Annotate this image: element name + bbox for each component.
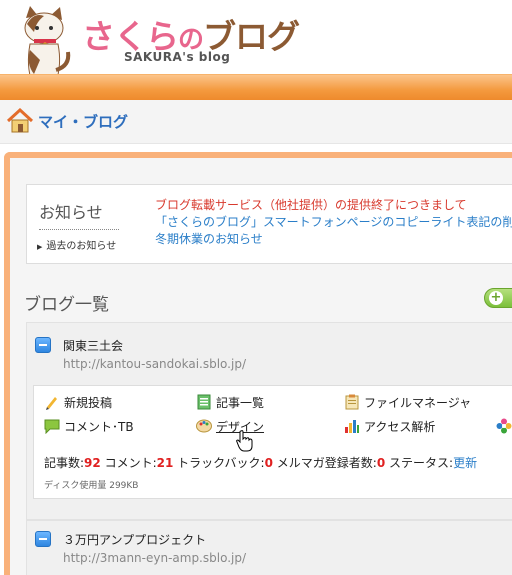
notice-item[interactable]: ブログ転載サービス（他社提供）の提供終了につきまして <box>155 197 512 214</box>
palette-icon <box>196 419 212 433</box>
blog-url[interactable]: http://3mann-eyn-amp.sblo.jp/ <box>63 551 246 565</box>
blog-url[interactable]: http://kantou-sandokai.sblo.jp/ <box>63 357 246 371</box>
notice-list: ブログ転載サービス（他社提供）の提供終了につきまして 「さくらのブログ」スマート… <box>155 197 512 248</box>
home-icon <box>6 108 34 133</box>
collapse-button[interactable] <box>35 531 51 547</box>
comment-count: 21 <box>156 456 174 470</box>
hand-cursor-icon <box>236 430 253 452</box>
add-blog-button[interactable]: + <box>484 288 512 308</box>
my-blog-header: マイ・ブログ <box>0 100 512 144</box>
menu-access-analysis[interactable]: アクセス解析 <box>344 418 435 435</box>
notice-title: お知らせ <box>39 199 119 230</box>
document-list-icon <box>197 394 211 410</box>
blog-name: 関東三土会 <box>63 339 124 353</box>
blog-name: ３万円アンププロジェクト <box>63 533 207 547</box>
menu-file-manager[interactable]: ファイルマネージャ <box>344 394 471 411</box>
mail-subscriber-count: 0 <box>376 456 386 470</box>
menu-comment-tb[interactable]: コメント･TB <box>44 418 134 435</box>
blog-menu-box: 新規投稿 記事一覧 ファイルマネージャ コメント･TB デザイン アクセス解析 … <box>33 385 512 499</box>
pencil-icon <box>46 397 57 410</box>
stat-label: トラックバック: <box>177 456 265 470</box>
collapse-button[interactable] <box>35 337 51 353</box>
article-count: 92 <box>84 456 101 470</box>
menu-label: 新規投稿 <box>64 396 113 410</box>
logo-subtitle: SAKURA's blog <box>124 50 231 64</box>
past-notices-link[interactable]: ▶ 過去のお知らせ <box>37 237 116 252</box>
clipboard-icon <box>345 394 359 410</box>
menu-label: コメント･TB <box>64 420 134 434</box>
menu-article-list[interactable]: 記事一覧 <box>196 394 264 411</box>
blog-list-title: ブログ一覧 <box>24 295 109 315</box>
menu-label: ファイルマネージャ <box>364 396 472 410</box>
disk-usage: ディスク使用量 299KB <box>44 481 139 491</box>
status-value[interactable]: 更新 <box>453 456 477 470</box>
past-notices-label: 過去のお知らせ <box>46 241 117 252</box>
blog-entry: 関東三土会 http://kantou-sandokai.sblo.jp/ 新規… <box>26 322 512 520</box>
flower-icon <box>496 418 512 434</box>
notice-item[interactable]: 「さくらのブログ」スマートフォンページのコピーライト表記の削 <box>155 214 512 231</box>
stat-label: ステータス: <box>389 456 454 470</box>
plus-icon: + <box>489 290 503 305</box>
speech-bubble-icon <box>44 419 60 434</box>
menu-label: アクセス解析 <box>364 420 436 434</box>
trackback-count: 0 <box>264 456 273 470</box>
stat-label: 記事数: <box>44 456 85 470</box>
menu-label: 記事一覧 <box>216 396 265 410</box>
arrow-right-icon: ▶ <box>37 243 43 251</box>
bar-chart-icon <box>345 420 359 433</box>
menu-extra[interactable] <box>496 418 512 434</box>
my-blog-title[interactable]: マイ・ブログ <box>38 111 128 132</box>
notice-box: お知らせ ▶ 過去のお知らせ ブログ転載サービス（他社提供）の提供終了につきまして… <box>26 184 512 264</box>
notice-item[interactable]: 冬期休業のお知らせ <box>155 231 512 248</box>
stat-label: メルマガ登録者数: <box>276 456 377 470</box>
menu-new-post[interactable]: 新規投稿 <box>44 394 112 411</box>
blog-entry: ３万円アンププロジェクト http://3mann-eyn-amp.sblo.j… <box>26 520 512 575</box>
header-orange-bar <box>0 74 512 100</box>
blog-stats: 記事数:92 コメント:21 トラックバック:0 メルマガ登録者数:0 ステータ… <box>44 454 477 471</box>
stat-label: コメント: <box>104 456 157 470</box>
